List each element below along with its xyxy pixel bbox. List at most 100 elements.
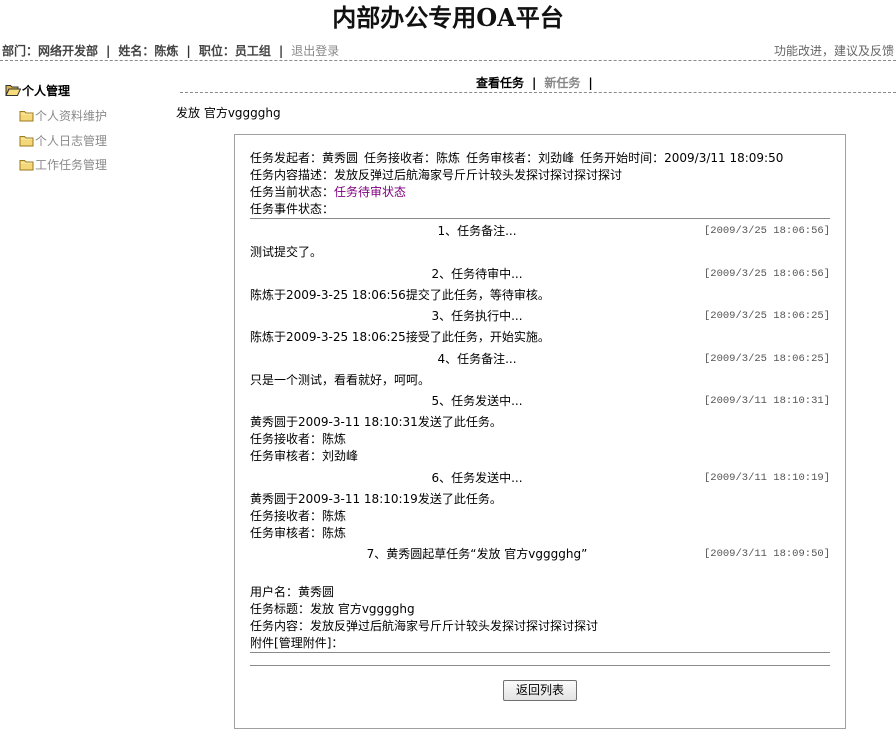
event-header: 7、黄秀圆起草任务“发放 官方vgggghg” [2009/3/11 18:09:… (250, 544, 830, 565)
event-title: 7、黄秀圆起草任务“发放 官方vgggghg” (366, 547, 588, 561)
event-timestamp: [2009/3/25 18:06:25] (703, 310, 830, 322)
event-detail: 陈炼于2009-3-25 18:06:56提交了此任务，等待审核。 (250, 285, 830, 307)
logout-link[interactable]: 退出登录 (291, 44, 339, 58)
receiver-value: 陈炼 (436, 151, 461, 165)
sidebar-item-profile[interactable]: 个人资料维护 (19, 107, 107, 123)
event-detail-line: 任务审核者：陈炼 (250, 525, 347, 540)
task-event: 4、任务备注... [2009/3/25 18:06:25] 只是一个测试，看看就… (250, 349, 830, 392)
reviewer-label: 任务审核者： (466, 151, 539, 165)
event-title: 5、任务发送中... (431, 394, 523, 408)
separator: | (588, 76, 593, 90)
event-detail-line: 任务接收者：陈炼 (250, 508, 347, 523)
event-status-label: 任务事件状态： (250, 202, 335, 216)
sidebar-group-label: 个人管理 (22, 83, 71, 98)
event-detail-line: 只是一个测试，看看就好，呵呵。 (250, 372, 431, 387)
header-divider (0, 60, 896, 61)
page-title: 内部办公专用OA平台 (332, 3, 564, 32)
event-timestamp: [2009/3/11 18:09:50] (703, 548, 830, 560)
sidebar-item-label: 工作任务管理 (35, 157, 108, 172)
task-tabs: 查看任务 | 新任务 | (476, 76, 601, 91)
event-detail-line: 用户名：黄秀圆 (250, 585, 335, 599)
description-label: 任务内容描述： (250, 168, 335, 182)
sidebar-item-label: 个人日志管理 (35, 133, 108, 148)
task-event: 1、任务备注... [2009/3/25 18:06:56] 测试提交了。 (250, 221, 830, 264)
event-detail-line: 陈炼于2009-3-25 18:06:56提交了此任务，等待审核。 (250, 287, 550, 302)
tab-new-task[interactable]: 新任务 (544, 76, 580, 90)
folder-icon (19, 158, 34, 171)
folder-icon (19, 134, 34, 147)
event-detail-line: 任务审核者：刘劲峰 (250, 449, 359, 463)
separator: | (532, 76, 537, 90)
event-title: 6、任务发送中... (431, 470, 523, 485)
feedback-link[interactable]: 功能改进，建议及反馈 (774, 44, 894, 59)
event-detail: 黄秀圆于2009-3-11 18:10:19发送了此任务。 任务接收者：陈炼 任… (250, 489, 830, 545)
task-event: 5、任务发送中... [2009/3/11 18:10:31] 黄秀圆于2009-… (250, 391, 830, 468)
event-detail-line: 任务内容：发放反弹过后航海家号斤斤计较头发探讨探讨探讨探讨 (250, 619, 599, 633)
start-time-label: 任务开始时间： (580, 151, 665, 165)
initiator-value: 黄秀圆 (322, 151, 359, 165)
user-info-bar: 部门：网络开发部 | 姓名：陈炼 | 职位：员工组 | 退出登录 (2, 44, 339, 59)
department-label: 部门：网络开发部 (2, 44, 99, 58)
start-time-value: 2009/3/11 18:09:50 (664, 151, 784, 165)
separator: | (278, 44, 284, 58)
reviewer-value: 刘劲峰 (538, 151, 575, 165)
event-header: 2、任务待审中... [2009/3/25 18:06:56] (250, 264, 830, 285)
event-detail: 只是一个测试，看看就好，呵呵。 (250, 370, 830, 392)
status-label: 任务当前状态： (250, 185, 335, 199)
attachment-prefix: 附件[ (250, 636, 279, 650)
event-header: 5、任务发送中... [2009/3/11 18:10:31] (250, 391, 830, 412)
action-row: 返回列表 (250, 680, 830, 701)
position-label: 职位：员工组 (198, 44, 271, 58)
event-timestamp: [2009/3/25 18:06:25] (703, 352, 830, 365)
event-timestamp: [2009/3/11 18:10:31] (703, 395, 830, 407)
tab-view-task[interactable]: 查看任务 (476, 76, 524, 90)
event-detail: 测试提交了。 (250, 242, 830, 264)
event-detail-line: 任务接收者：陈炼 (250, 432, 347, 446)
event-detail-line: 黄秀圆于2009-3-11 18:10:19发送了此任务。 (250, 491, 502, 506)
user-name-label: 姓名：陈炼 (118, 44, 179, 58)
event-detail: 陈炼于2009-3-25 18:06:25接受了此任务，开始实施。 (250, 327, 830, 349)
task-event: 3、任务执行中... [2009/3/25 18:06:25] 陈炼于2009-3… (250, 306, 830, 349)
sidebar-group-personal[interactable]: 个人管理 (5, 82, 70, 98)
back-to-list-button[interactable]: 返回列表 (503, 680, 577, 701)
event-header: 1、任务备注... [2009/3/25 18:06:56] (250, 221, 830, 242)
event-title: 4、任务备注... (437, 351, 517, 366)
task-event: 6、任务发送中... [2009/3/11 18:10:19] 黄秀圆于2009-… (250, 468, 830, 545)
attachment-suffix: ]： (326, 636, 344, 650)
task-description-row: 任务内容描述：发放反弹过后航海家号斤斤计较头发探讨探讨探讨探讨 (250, 167, 830, 184)
event-detail-line: 黄秀圆于2009-3-11 18:10:31发送了此任务。 (250, 415, 502, 429)
task-event: 7、黄秀圆起草任务“发放 官方vgggghg” [2009/3/11 18:09:… (250, 544, 830, 653)
task-event-status-row: 任务事件状态： (250, 201, 830, 218)
sidebar-item-label: 个人资料维护 (35, 108, 108, 123)
event-header: 6、任务发送中... [2009/3/11 18:10:19] (250, 468, 830, 489)
event-header: 4、任务备注... [2009/3/25 18:06:25] (250, 349, 830, 370)
manage-attachments-link[interactable]: 管理附件 (279, 636, 327, 650)
initiator-label: 任务发起者： (250, 151, 323, 165)
event-header: 3、任务执行中... [2009/3/25 18:06:25] (250, 306, 830, 327)
task-parties-row: 任务发起者：黄秀圆 任务接收者：陈炼 任务审核者：刘劲峰 任务开始时间：2009/3/… (250, 150, 830, 167)
status-value: 任务待审状态 (334, 185, 407, 199)
task-event: 2、任务待审中... [2009/3/25 18:06:56] 陈炼于2009-3… (250, 264, 830, 307)
event-detail: 黄秀圆于2009-3-11 18:10:31发送了此任务。 任务接收者：陈炼 任… (250, 412, 830, 468)
event-detail-line: 陈炼于2009-3-25 18:06:25接受了此任务，开始实施。 (250, 330, 550, 344)
task-event-list: 1、任务备注... [2009/3/25 18:06:56] 测试提交了。 2、任… (250, 219, 830, 653)
event-timestamp: [2009/3/25 18:06:56] (703, 225, 830, 237)
event-detail-line: 测试提交了。 (250, 245, 323, 259)
event-timestamp: [2009/3/25 18:06:56] (703, 267, 830, 280)
task-info: 任务发起者：黄秀圆 任务接收者：陈炼 任务审核者：刘劲峰 任务开始时间：2009/3/… (250, 150, 830, 219)
separator: | (106, 44, 111, 58)
task-title: 发放 官方vgggghg (176, 106, 281, 120)
event-timestamp: [2009/3/11 18:10:19] (703, 471, 830, 484)
event-detail: 用户名：黄秀圆 任务标题：发放 官方vgggghg 任务内容：发放反弹过后航海家… (250, 565, 830, 653)
event-detail-line: 任务标题：发放 官方vgggghg (250, 602, 415, 616)
sidebar-item-tasks[interactable]: 工作任务管理 (19, 156, 107, 172)
panel-divider (250, 665, 830, 666)
sidebar-item-log[interactable]: 个人日志管理 (19, 132, 107, 148)
event-title: 2、任务待审中... (431, 266, 523, 281)
attachment-row: 附件[管理附件]： (250, 635, 830, 652)
separator: | (186, 44, 191, 58)
folder-icon (19, 109, 34, 122)
receiver-label: 任务接收者： (364, 151, 437, 165)
event-title: 1、任务备注... (437, 224, 517, 238)
description-value: 发放反弹过后航海家号斤斤计较头发探讨探讨探讨探讨 (334, 168, 623, 182)
